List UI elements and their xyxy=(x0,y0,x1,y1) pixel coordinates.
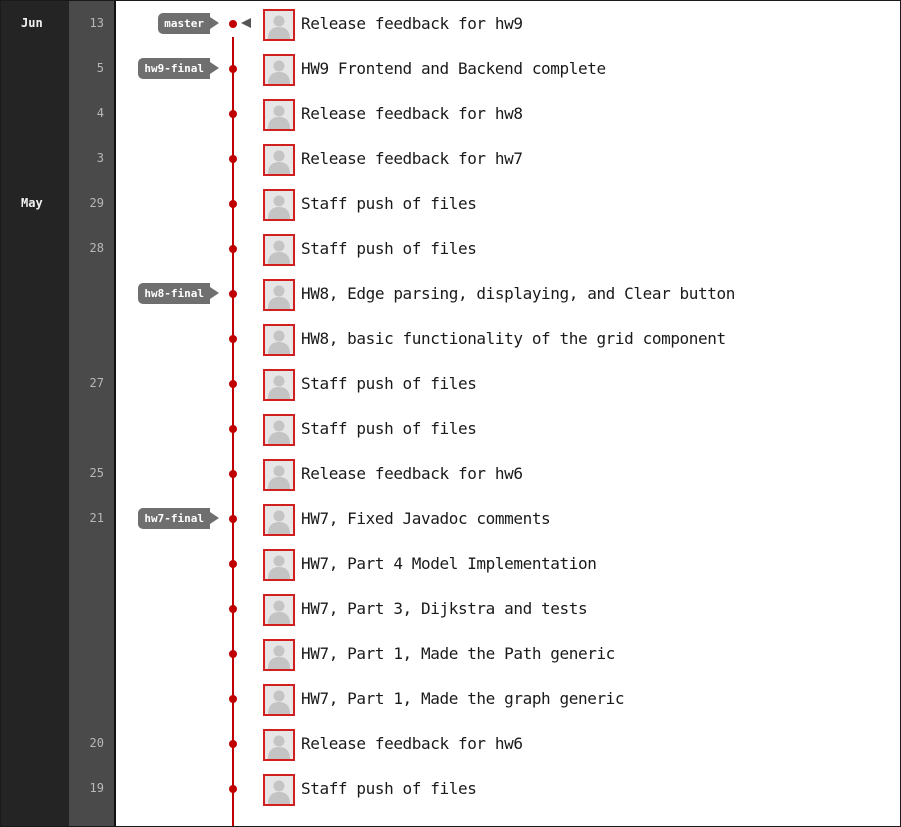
commit-message: HW7, Fixed Javadoc comments xyxy=(301,509,551,528)
commit-message: HW7, Part 1, Made the graph generic xyxy=(301,689,625,708)
commit-day: 25 xyxy=(89,466,104,480)
commit-day: 5 xyxy=(96,61,104,75)
commit-day: 29 xyxy=(89,196,104,210)
default-user-avatar-icon xyxy=(263,189,295,221)
commit-month: Jun xyxy=(21,16,43,30)
commit-message: Staff push of files xyxy=(301,779,477,798)
default-user-avatar-icon xyxy=(263,594,295,626)
commit-row[interactable]: 28 Staff push of files xyxy=(1,226,900,271)
commit-message: Release feedback for hw7 xyxy=(301,149,523,168)
commit-message: Staff push of files xyxy=(301,194,477,213)
default-user-avatar-icon xyxy=(263,504,295,536)
branch-tag[interactable]: hw8-final xyxy=(138,283,219,304)
default-user-avatar-icon xyxy=(263,279,295,311)
commit-node-icon xyxy=(229,200,237,208)
default-user-avatar-icon xyxy=(263,234,295,266)
commit-day xyxy=(69,631,104,676)
default-user-avatar-icon xyxy=(263,54,295,86)
commit-row[interactable]: 5 hw9-final HW9 Frontend and Backend com… xyxy=(1,46,900,91)
default-user-avatar-icon xyxy=(263,369,295,401)
commit-message: HW9 Frontend and Backend complete xyxy=(301,59,606,78)
commit-month: May xyxy=(21,196,43,210)
commit-day: 21 xyxy=(89,511,104,525)
commit-node-icon xyxy=(229,605,237,613)
commit-row[interactable]: HW7, Part 4 Model Implementation xyxy=(1,541,900,586)
commit-row[interactable]: HW7, Part 1, Made the graph generic xyxy=(1,676,900,721)
head-pointer-icon xyxy=(241,18,251,28)
commit-row[interactable]: Jun 13 master Release feedback for hw9 xyxy=(1,1,900,46)
commit-day: 3 xyxy=(96,151,104,165)
default-user-avatar-icon xyxy=(263,144,295,176)
default-user-avatar-icon xyxy=(263,639,295,671)
commit-row[interactable]: HW8, basic functionality of the grid com… xyxy=(1,316,900,361)
commit-day xyxy=(69,316,104,361)
commit-row[interactable]: 19 Staff push of files xyxy=(1,766,900,811)
commit-row[interactable]: 3 Release feedback for hw7 xyxy=(1,136,900,181)
commit-message: Release feedback for hw6 xyxy=(301,464,523,483)
commit-node-icon xyxy=(229,155,237,163)
commit-row[interactable]: 20 Release feedback for hw6 xyxy=(1,721,900,766)
commit-node-icon xyxy=(229,65,237,73)
commit-row[interactable]: hw8-final HW8, Edge parsing, displaying,… xyxy=(1,271,900,316)
commit-node-icon xyxy=(229,470,237,478)
commit-node-icon xyxy=(229,20,237,28)
default-user-avatar-icon xyxy=(263,414,295,446)
commit-node-icon xyxy=(229,245,237,253)
default-user-avatar-icon xyxy=(263,684,295,716)
branch-tag[interactable]: hw7-final xyxy=(138,508,219,529)
commit-row[interactable]: HW7, Part 3, Dijkstra and tests xyxy=(1,586,900,631)
commit-node-icon xyxy=(229,290,237,298)
default-user-avatar-icon xyxy=(263,459,295,491)
commit-message: Staff push of files xyxy=(301,374,477,393)
branch-tag[interactable]: master xyxy=(158,13,219,34)
commit-row[interactable]: Staff push of files xyxy=(1,406,900,451)
commit-day: 20 xyxy=(89,736,104,750)
commit-day xyxy=(69,586,104,631)
commit-message: HW8, Edge parsing, displaying, and Clear… xyxy=(301,284,735,303)
commit-day: 4 xyxy=(96,106,104,120)
commit-message: HW7, Part 4 Model Implementation xyxy=(301,554,597,573)
commit-message: Release feedback for hw6 xyxy=(301,734,523,753)
commit-day: 19 xyxy=(89,781,104,795)
default-user-avatar-icon xyxy=(263,9,295,41)
default-user-avatar-icon xyxy=(263,729,295,761)
commit-message: HW8, basic functionality of the grid com… xyxy=(301,329,726,348)
branch-tag[interactable]: hw9-final xyxy=(138,58,219,79)
default-user-avatar-icon xyxy=(263,324,295,356)
commit-history-panel: Jun 13 master Release feedback for hw9 5… xyxy=(0,0,901,827)
commit-node-icon xyxy=(229,425,237,433)
commit-message: Release feedback for hw9 xyxy=(301,14,523,33)
commit-day: 27 xyxy=(89,376,104,390)
commit-day xyxy=(69,271,104,316)
commit-day: 28 xyxy=(89,241,104,255)
commit-message: HW7, Part 3, Dijkstra and tests xyxy=(301,599,588,618)
commit-node-icon xyxy=(229,335,237,343)
commit-day xyxy=(69,541,104,586)
commit-row[interactable]: 4 Release feedback for hw8 xyxy=(1,91,900,136)
commit-node-icon xyxy=(229,110,237,118)
commit-row[interactable]: HW7, Part 1, Made the Path generic xyxy=(1,631,900,676)
commit-message: Staff push of files xyxy=(301,239,477,258)
default-user-avatar-icon xyxy=(263,99,295,131)
commit-row[interactable]: 21 hw7-final HW7, Fixed Javadoc comments xyxy=(1,496,900,541)
commit-node-icon xyxy=(229,560,237,568)
commit-row[interactable]: 27 Staff push of files xyxy=(1,361,900,406)
commit-row[interactable]: May 29 Staff push of files xyxy=(1,181,900,226)
commit-day xyxy=(69,676,104,721)
commit-day: 13 xyxy=(89,16,104,30)
commit-node-icon xyxy=(229,740,237,748)
default-user-avatar-icon xyxy=(263,774,295,806)
commit-message: HW7, Part 1, Made the Path generic xyxy=(301,644,615,663)
commit-message: Staff push of files xyxy=(301,419,477,438)
commit-day xyxy=(69,406,104,451)
commit-node-icon xyxy=(229,380,237,388)
commit-node-icon xyxy=(229,785,237,793)
commit-row[interactable]: 25 Release feedback for hw6 xyxy=(1,451,900,496)
commit-node-icon xyxy=(229,515,237,523)
commit-message: Release feedback for hw8 xyxy=(301,104,523,123)
commit-node-icon xyxy=(229,650,237,658)
commit-node-icon xyxy=(229,695,237,703)
default-user-avatar-icon xyxy=(263,549,295,581)
